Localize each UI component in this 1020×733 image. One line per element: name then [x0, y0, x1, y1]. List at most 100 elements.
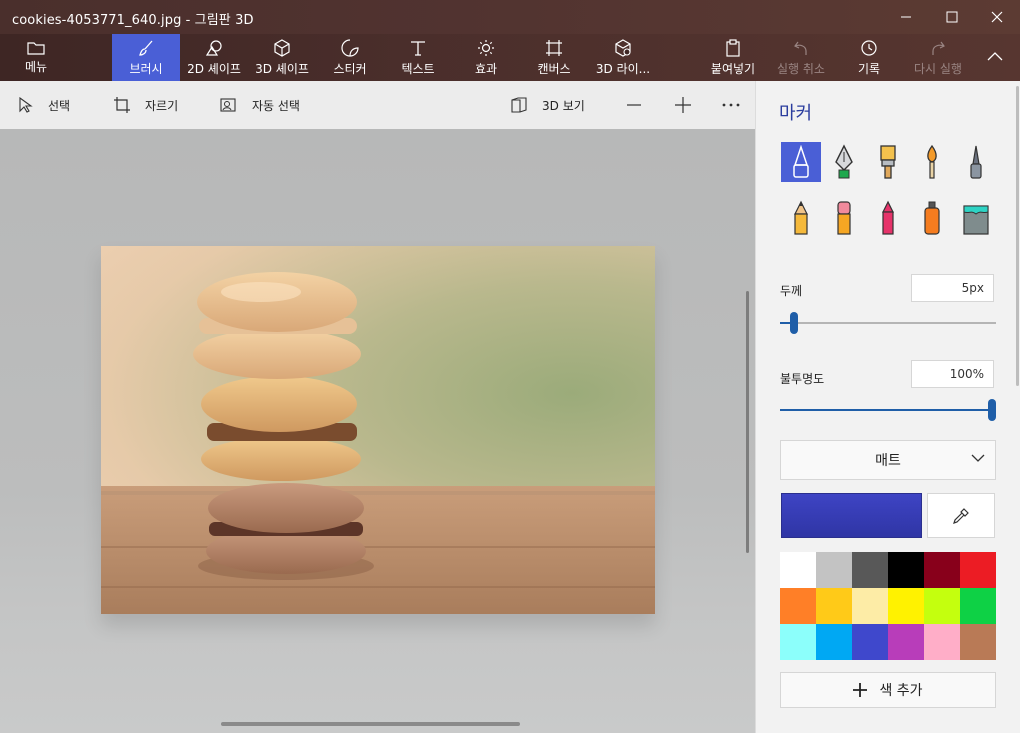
select-button[interactable]: 선택	[18, 81, 70, 129]
brush-crayon[interactable]	[868, 198, 908, 238]
color-swatch[interactable]	[816, 624, 852, 660]
sub-toolbar: 선택 자르기 자동 선택 3D 보기	[0, 81, 755, 129]
canvas-vertical-scrollbar[interactable]	[746, 291, 749, 553]
color-swatch[interactable]	[960, 588, 996, 624]
tool-canvas[interactable]: 캔버스	[527, 34, 581, 81]
eyedropper-button[interactable]	[927, 493, 995, 538]
view-3d-icon	[511, 97, 527, 113]
color-swatch[interactable]	[816, 588, 852, 624]
menu-label: 메뉴	[24, 59, 48, 74]
add-color-label: 색 추가	[879, 683, 923, 699]
color-swatch[interactable]	[852, 588, 888, 624]
maximize-button[interactable]	[929, 0, 975, 34]
history-label: 기록	[857, 61, 881, 76]
zoom-out-button[interactable]	[626, 81, 656, 129]
library-3d-icon	[615, 38, 631, 57]
eyedropper-icon	[953, 507, 969, 524]
tool-3d-shapes[interactable]: 3D 셰이프	[252, 34, 312, 81]
add-color-button[interactable]: 색 추가	[780, 672, 996, 708]
brush-pixel-pen[interactable]	[956, 142, 996, 182]
chevron-down-icon	[971, 454, 985, 462]
watercolor-icon	[927, 144, 937, 179]
opacity-slider-thumb[interactable]	[988, 399, 996, 421]
text-icon	[411, 40, 425, 56]
brush-watercolor[interactable]	[912, 142, 952, 182]
finish-dropdown[interactable]: 매트	[780, 440, 996, 480]
brush-oil[interactable]	[868, 142, 908, 182]
tool-2d-shapes[interactable]: 2D 셰이프	[184, 34, 244, 81]
color-swatch[interactable]	[780, 552, 816, 588]
marker-icon	[793, 145, 809, 178]
thickness-input[interactable]: 5px	[911, 274, 994, 302]
brush-eraser[interactable]	[824, 198, 864, 238]
brush-marker[interactable]	[781, 142, 821, 182]
color-swatch[interactable]	[888, 552, 924, 588]
brush-spray-can[interactable]	[912, 198, 952, 238]
collapse-ribbon-button[interactable]	[976, 34, 1014, 81]
tool-3d-library[interactable]: 3D 라이...	[592, 34, 654, 81]
opacity-label: 불투명도	[780, 372, 825, 386]
menu-button[interactable]: 메뉴	[8, 34, 64, 81]
undo-label: 실행 취소	[777, 61, 825, 76]
calligraphy-pen-icon	[835, 144, 853, 179]
color-palette	[780, 552, 996, 660]
sticker-icon	[341, 38, 359, 57]
fill-bucket-icon	[963, 205, 989, 235]
undo-button[interactable]: 실행 취소	[770, 34, 832, 81]
color-swatch[interactable]	[924, 552, 960, 588]
crop-button[interactable]: 자르기	[113, 81, 178, 129]
chevron-up-icon	[987, 52, 1003, 61]
magic-select-label: 자동 선택	[252, 98, 300, 113]
crop-label: 자르기	[145, 98, 179, 113]
current-color-swatch[interactable]	[781, 493, 922, 538]
history-button[interactable]: 기록	[844, 34, 894, 81]
color-swatch[interactable]	[924, 624, 960, 660]
tool-text-label: 텍스트	[401, 61, 435, 76]
minus-icon	[627, 104, 641, 106]
panel-scrollbar[interactable]	[1016, 86, 1019, 386]
opacity-slider[interactable]	[780, 399, 996, 421]
tool-text[interactable]: 텍스트	[392, 34, 444, 81]
thickness-slider[interactable]	[780, 312, 996, 334]
color-swatch[interactable]	[852, 624, 888, 660]
view-3d-button[interactable]: 3D 보기	[510, 81, 585, 129]
close-button[interactable]	[974, 0, 1020, 34]
canvas-horizontal-scrollbar[interactable]	[221, 722, 520, 726]
color-swatch[interactable]	[816, 552, 852, 588]
minimize-button[interactable]	[883, 0, 929, 34]
clipboard-icon	[726, 38, 740, 57]
brush-calligraphy-pen[interactable]	[824, 142, 864, 182]
canvas-image[interactable]	[101, 246, 655, 614]
tool-brush[interactable]: 브러시	[112, 34, 180, 81]
maximize-icon	[946, 11, 958, 23]
crayon-icon	[882, 200, 894, 235]
color-swatch[interactable]	[960, 624, 996, 660]
tool-brush-label: 브러시	[129, 61, 163, 76]
color-swatch[interactable]	[852, 552, 888, 588]
shapes-2d-icon	[205, 39, 222, 56]
zoom-in-button[interactable]	[674, 81, 706, 129]
brush-pencil[interactable]	[781, 198, 821, 238]
tool-stickers[interactable]: 스티커	[322, 34, 378, 81]
thickness-slider-thumb[interactable]	[790, 312, 798, 334]
tool-2d-shapes-label: 2D 셰이프	[187, 61, 241, 76]
brush-fill[interactable]	[956, 198, 996, 238]
redo-button[interactable]: 다시 실행	[906, 34, 970, 81]
eraser-icon	[837, 201, 851, 235]
more-button[interactable]	[722, 81, 754, 129]
color-swatch[interactable]	[888, 624, 924, 660]
paste-button[interactable]: 붙여넣기	[704, 34, 762, 81]
tool-effects-label: 효과	[474, 61, 498, 76]
color-swatch[interactable]	[780, 624, 816, 660]
color-swatch[interactable]	[960, 552, 996, 588]
view-3d-label: 3D 보기	[542, 98, 585, 113]
tool-canvas-label: 캔버스	[537, 61, 571, 76]
magic-select-button[interactable]: 자동 선택	[220, 81, 300, 129]
color-swatch[interactable]	[924, 588, 960, 624]
redo-label: 다시 실행	[914, 61, 962, 76]
opacity-input[interactable]: 100%	[911, 360, 994, 388]
color-swatch[interactable]	[888, 588, 924, 624]
tool-stickers-label: 스티커	[333, 61, 367, 76]
tool-effects[interactable]: 효과	[460, 34, 512, 81]
color-swatch[interactable]	[780, 588, 816, 624]
